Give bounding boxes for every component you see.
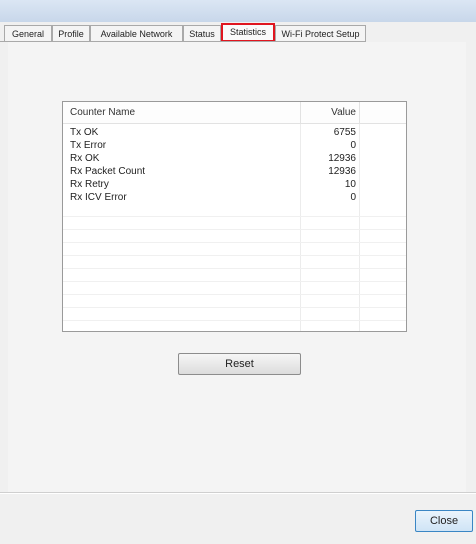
counter-value: 10 [344,179,356,190]
grid-line [63,255,406,256]
statistics-list[interactable]: Counter Name Value Tx OK 6755 Tx Error 0… [62,101,407,332]
counter-value: 0 [350,192,356,203]
list-header: Counter Name Value [63,102,406,124]
table-row[interactable]: Rx ICV Error 0 [63,191,406,204]
counter-name: Tx Error [70,140,107,151]
grid-line [63,281,406,282]
grid-line [63,216,406,217]
column-divider[interactable] [300,102,301,124]
counter-name: Tx OK [70,127,99,138]
table-row[interactable]: Tx Error 0 [63,139,406,152]
reset-button[interactable]: Reset [178,353,301,375]
grid-line [63,307,406,308]
grid-line [63,320,406,321]
counter-name: Rx OK [70,153,100,164]
grid-line [63,268,406,269]
counter-value: 12936 [328,166,356,177]
tab-profile[interactable]: Profile [52,25,90,41]
tab-available-network[interactable]: Available Network [90,25,183,41]
footer-divider-highlight [0,493,476,494]
table-row[interactable]: Rx Packet Count 12936 [63,165,406,178]
table-row[interactable]: Tx OK 6755 [63,126,406,139]
table-row[interactable]: Rx OK 12936 [63,152,406,165]
counter-name: Rx Packet Count [70,166,146,177]
tab-status[interactable]: Status [183,25,221,41]
tab-strip: General Profile Available Network Status… [0,22,476,42]
counter-name: Rx ICV Error [70,192,127,203]
grid-line [63,294,406,295]
counter-value: 6755 [333,127,356,138]
table-row[interactable]: Rx Retry 10 [63,178,406,191]
window-title-bar [0,0,476,22]
column-header-value[interactable]: Value [296,102,356,124]
tab-wifi-protect-setup[interactable]: Wi-Fi Protect Setup [275,25,366,41]
tab-general[interactable]: General [4,25,52,41]
counter-value: 12936 [328,153,356,164]
close-button[interactable]: Close [415,510,473,532]
column-header-counter-name[interactable]: Counter Name [70,102,135,124]
tab-statistics[interactable]: Statistics [221,23,275,42]
grid-line [63,229,406,230]
counter-name: Rx Retry [70,179,109,190]
grid-line [63,242,406,243]
column-divider[interactable] [359,102,360,124]
counter-value: 0 [350,140,356,151]
